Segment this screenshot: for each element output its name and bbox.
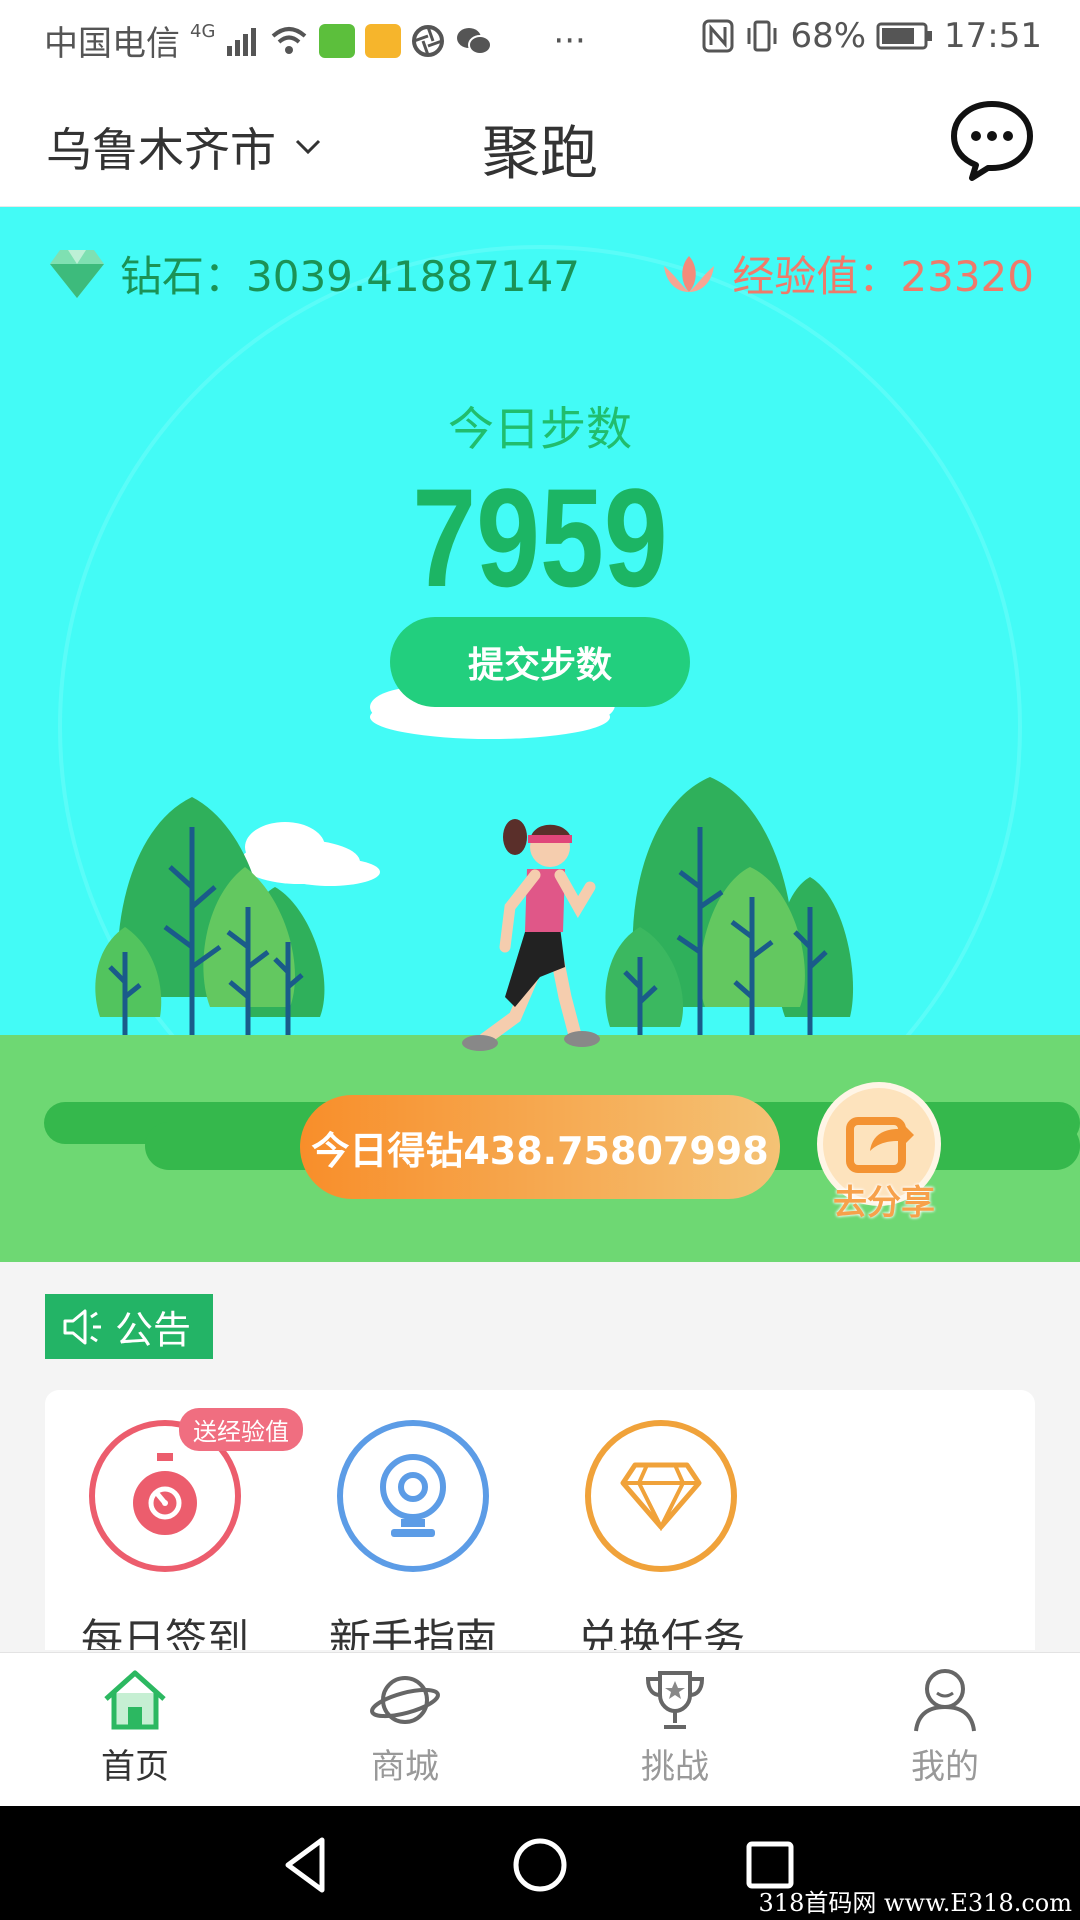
network-type: 4G [190, 21, 216, 42]
experience-text: 经验值：23320 [732, 252, 1034, 301]
bonus-badge: 送经验值 [179, 1408, 303, 1451]
speaker-icon [63, 1309, 101, 1344]
mail-app-icon [365, 23, 402, 58]
user-icon [914, 1669, 976, 1732]
diamond-icon [50, 249, 104, 298]
chat-bubble-icon[interactable] [950, 98, 1034, 182]
lotus-icon [664, 255, 715, 292]
home-circle-icon[interactable] [505, 1830, 575, 1900]
today-earned-button[interactable]: 今日得钻438.75807998 [300, 1095, 780, 1199]
feature-label: 兑换任务 [576, 1615, 745, 1650]
share-button[interactable]: 去分享 [814, 1079, 954, 1229]
status-bar: 中国电信 4G ··· 68% 17:51 [0, 0, 1080, 76]
clock: 17:51 [944, 16, 1042, 56]
step-hero: 钻石：3039.41887147 经验值：23320 今日步数 7959 提交步… [0, 207, 1080, 1262]
signal-icon [227, 27, 257, 56]
submit-steps-button[interactable]: 提交步数 [390, 617, 690, 707]
tab-label: 首页 [101, 1747, 169, 1787]
app-header: 乌鲁木齐市 聚跑 [0, 76, 1080, 207]
guide-circle [337, 1420, 489, 1572]
today-steps-value: 7959 [412, 459, 668, 616]
feature-label: 新手指南 [328, 1615, 497, 1650]
diamond-text: 钻石：3039.41887147 [120, 252, 581, 301]
more-notifications: ··· [553, 20, 586, 61]
stopwatch-icon [133, 1453, 197, 1535]
aperture-icon [412, 24, 445, 57]
announcement-button[interactable]: 公告 [45, 1294, 213, 1359]
tab-mall[interactable]: 商城 [305, 1667, 505, 1788]
battery-percent: 68% [790, 16, 867, 56]
trophy-icon [645, 1671, 705, 1729]
home-icon [104, 1670, 166, 1730]
system-navigation-bar: 318首码网 www.E318.com [0, 1806, 1080, 1920]
wechat-icon [457, 27, 493, 55]
guide-icon [380, 1454, 446, 1537]
carrier-label: 中国电信 [44, 24, 180, 64]
exchange-circle [585, 1420, 737, 1572]
runner-figure [462, 819, 600, 1051]
share-label: 去分享 [833, 1183, 935, 1223]
wifi-icon [272, 26, 307, 54]
battery-icon [876, 22, 933, 50]
running-app-icon [319, 23, 356, 58]
feature-grid: 送经验值 每日签到 新手指南 兑换任务 [45, 1390, 1035, 1650]
gem-icon [620, 1462, 702, 1531]
today-steps-label: 今日步数 [448, 402, 632, 456]
diamond-balance: 钻石：3039.41887147 [48, 243, 580, 304]
vibrate-icon [747, 20, 777, 52]
announcement-label: 公告 [115, 1308, 192, 1352]
tab-home[interactable]: 首页 [35, 1667, 235, 1788]
tab-challenge[interactable]: 挑战 [575, 1667, 775, 1788]
tab-label: 商城 [371, 1747, 439, 1787]
watermark: 318首码网 www.E318.com [758, 1889, 1072, 1917]
bottom-tab-bar: 首页 商城 挑战 我的 [0, 1652, 1080, 1807]
feature-label: 每日签到 [80, 1615, 249, 1650]
feature-daily-checkin[interactable]: 送经验值 每日签到 [65, 1408, 303, 1650]
planet-icon [370, 1676, 440, 1724]
back-icon[interactable] [272, 1830, 342, 1900]
tab-mine[interactable]: 我的 [845, 1667, 1045, 1788]
page-title: 聚跑 [481, 119, 598, 187]
experience-balance: 经验值：23320 [660, 243, 1034, 304]
feature-beginner-guide[interactable]: 新手指南 [313, 1420, 513, 1650]
tab-label: 挑战 [641, 1747, 709, 1787]
feature-exchange-task[interactable]: 兑换任务 [561, 1420, 761, 1650]
nfc-icon [702, 19, 734, 53]
tab-label: 我的 [911, 1747, 979, 1787]
